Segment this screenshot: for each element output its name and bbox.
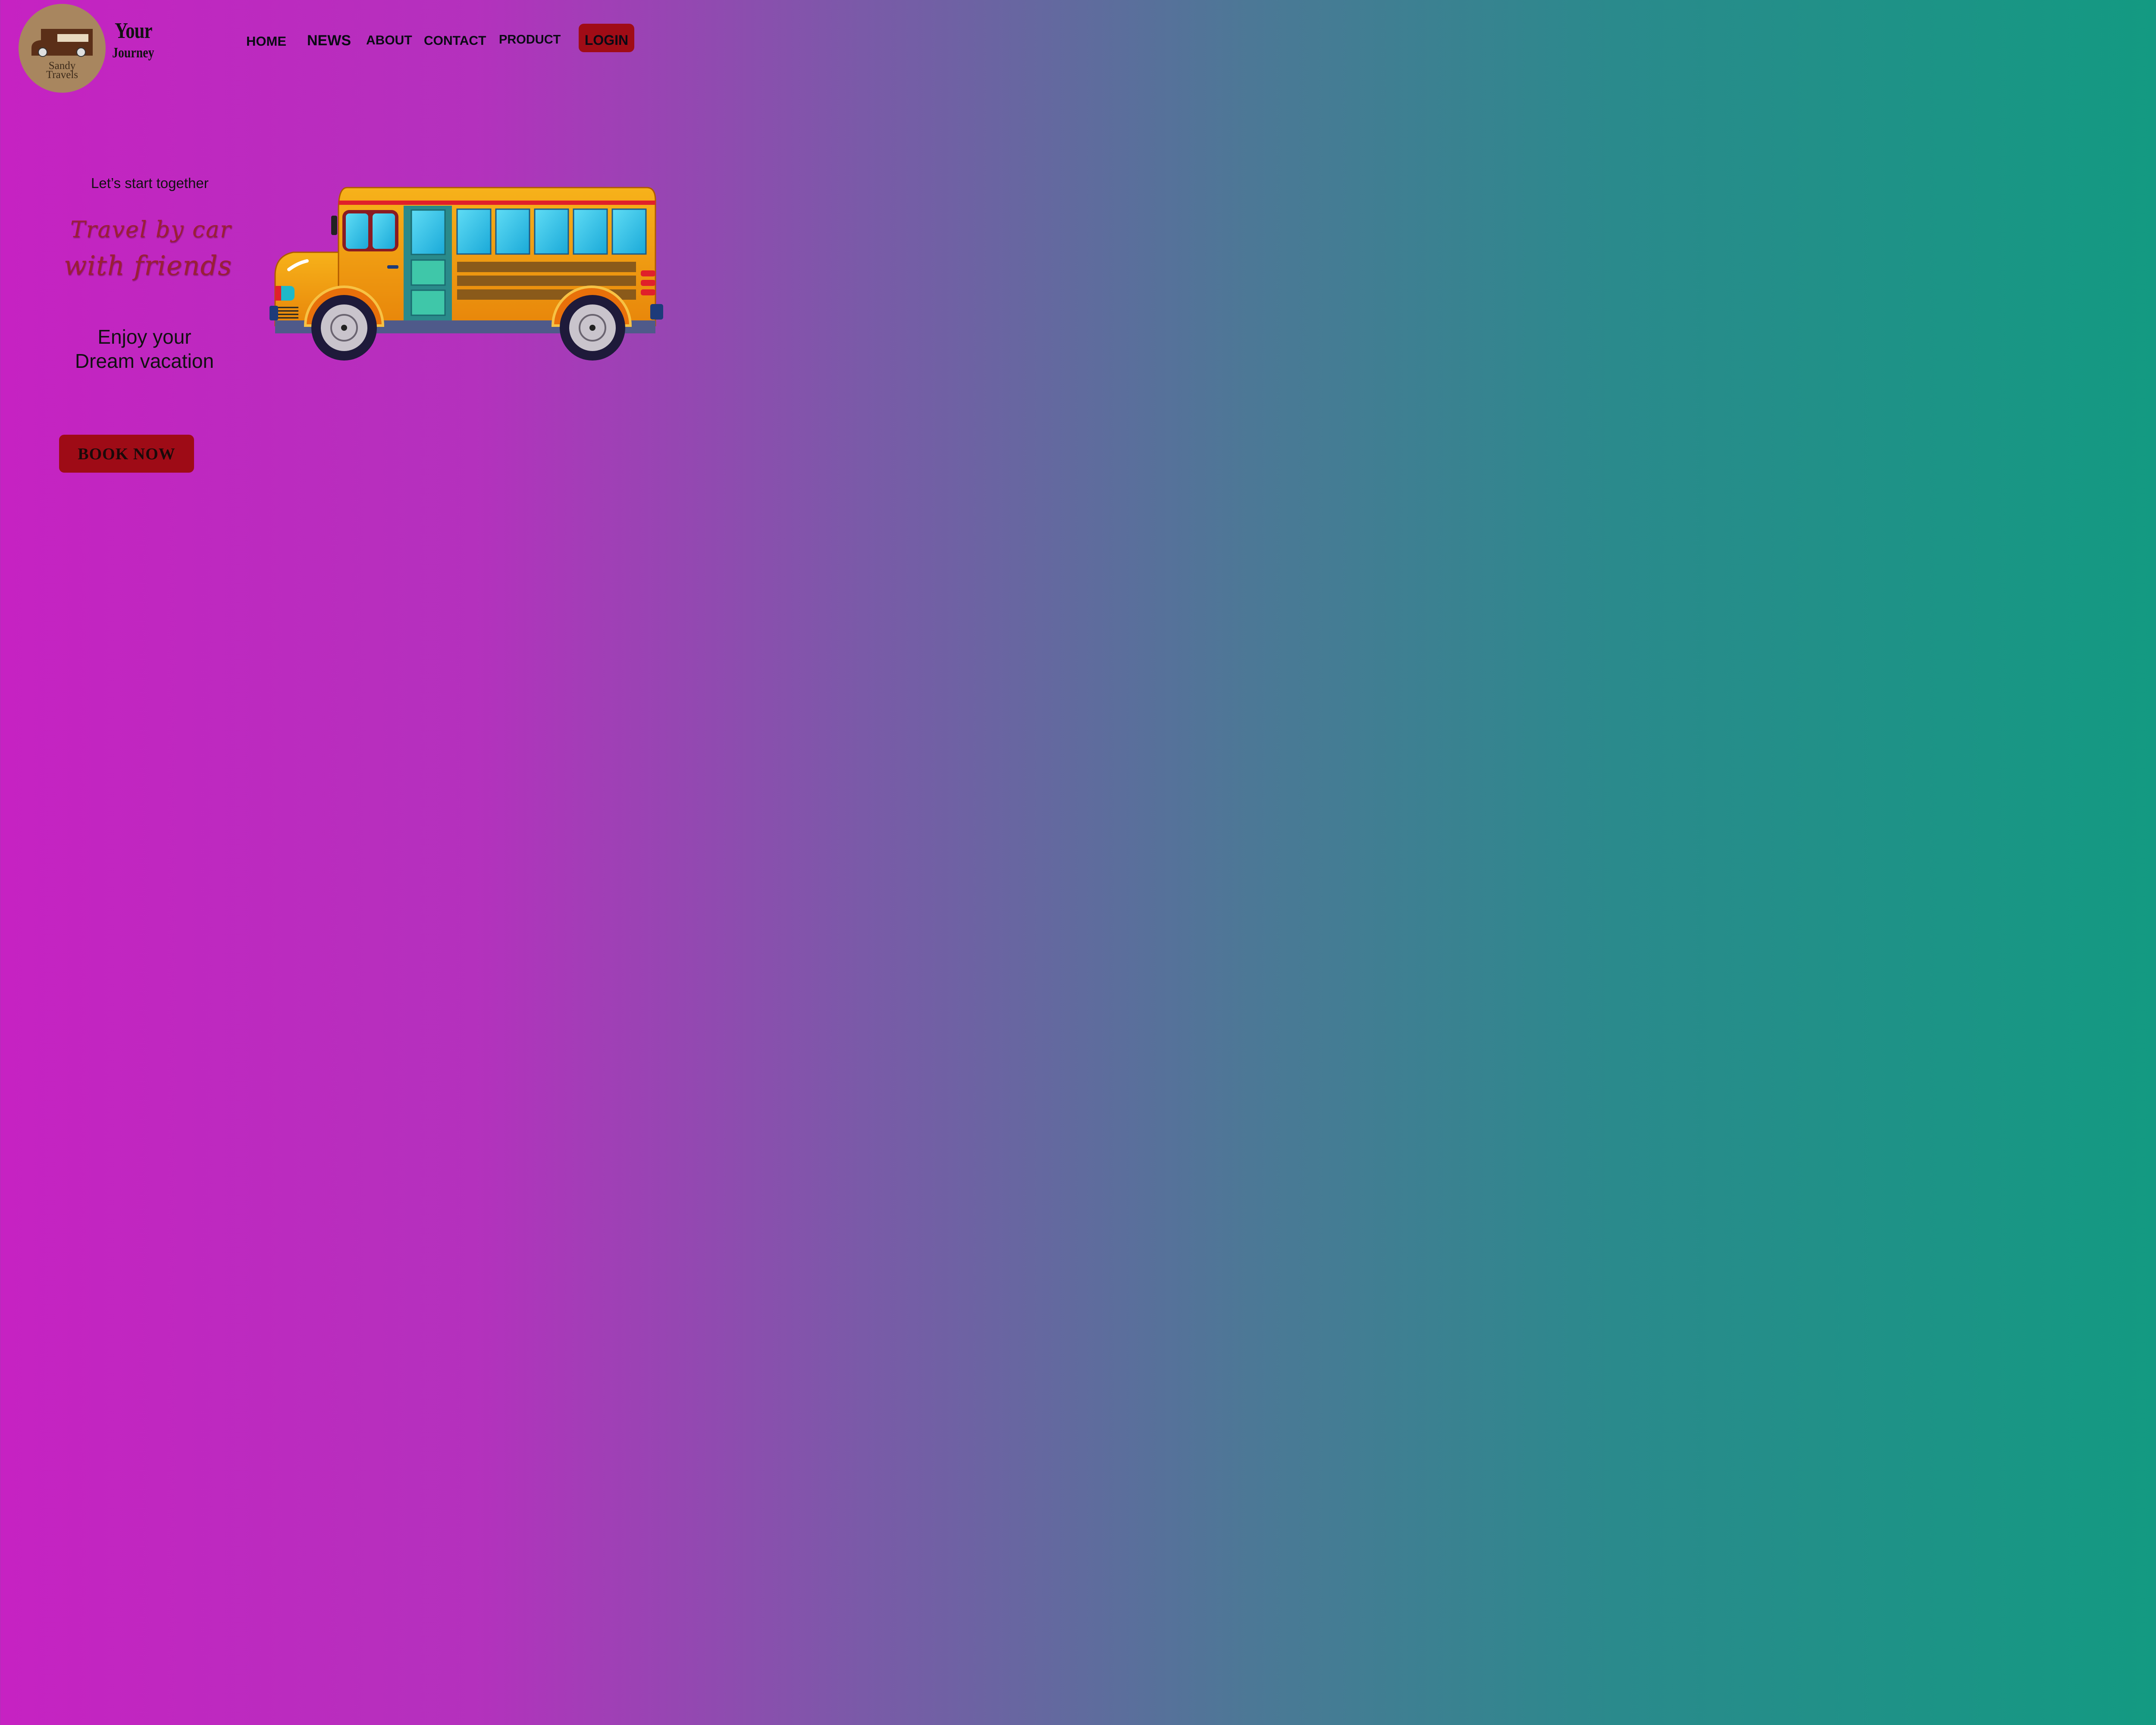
logo-text-travels: Travels: [46, 69, 78, 81]
school-bus-illustration: [270, 187, 663, 361]
nav-news[interactable]: NEWS: [307, 32, 351, 49]
hero-subtitle-line-1: Enjoy your: [97, 326, 191, 348]
hero-headline-line-2: with friends: [64, 250, 232, 281]
nav-product[interactable]: PRODUCT: [499, 33, 561, 47]
hero-subtitle-line-2: Dream vacation: [75, 350, 214, 372]
nav-about[interactable]: ABOUT: [366, 33, 412, 48]
brand-title: Your: [115, 19, 153, 43]
hero-headline-line-1: Travel by car: [70, 217, 232, 243]
hero-tagline: Let’s start together: [91, 175, 209, 191]
nav-contact[interactable]: CONTACT: [424, 34, 486, 48]
hero-headline: Travel by car with friends: [64, 213, 258, 285]
nav-home[interactable]: HOME: [246, 34, 286, 49]
book-now-button[interactable]: BOOK NOW: [59, 435, 194, 473]
brand-subtitle: Journey: [112, 45, 154, 61]
logo[interactable]: Sandy Travels: [19, 4, 106, 93]
hero-subtitle: Enjoy your Dream vacation: [68, 325, 221, 373]
login-button[interactable]: LOGIN: [579, 24, 634, 52]
